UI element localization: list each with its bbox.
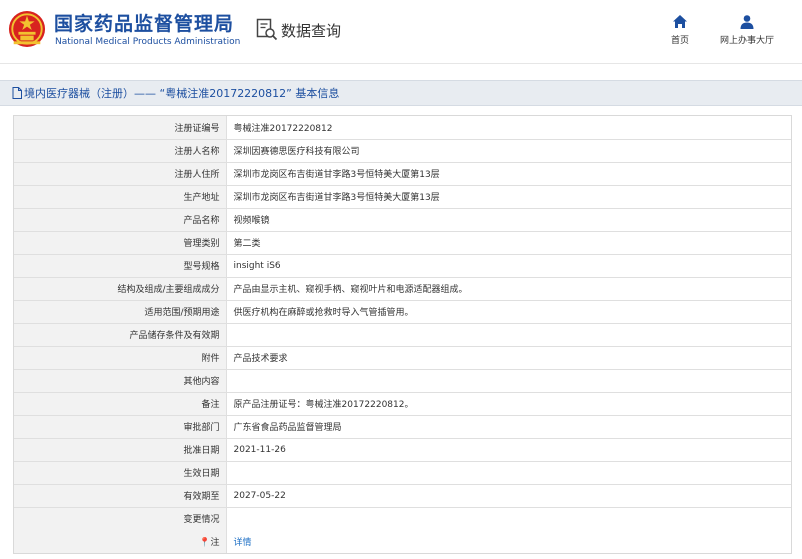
field-label: 生产地址 bbox=[14, 185, 227, 209]
data-query-link[interactable]: 数据查询 bbox=[256, 18, 341, 42]
field-value: 2021-11-26 bbox=[226, 438, 791, 462]
field-label: 结构及组成/主要组成成分 bbox=[14, 277, 227, 301]
field-value bbox=[226, 323, 791, 347]
field-label: 附件 bbox=[14, 346, 227, 370]
table-row: 注册证编号 粤械注准20172220812 bbox=[14, 116, 791, 140]
table-row: 注册人名称 深圳因赛德思医疗科技有限公司 bbox=[14, 139, 791, 163]
nav-online-hall-label: 网上办事大厅 bbox=[719, 36, 774, 46]
pin-icon: 📍 bbox=[199, 538, 211, 548]
field-value: 广东省食品药品监督管理局 bbox=[226, 415, 791, 439]
field-label: 型号规格 bbox=[14, 254, 227, 278]
field-value: 深圳市龙岗区布吉街道甘李路3号恒特美大厦第13层 bbox=[226, 185, 791, 209]
field-label: 批准日期 bbox=[14, 438, 227, 462]
data-query-label: 数据查询 bbox=[281, 21, 342, 40]
document-search-icon bbox=[256, 18, 278, 41]
note-row: 📍注 详情 bbox=[14, 530, 791, 553]
field-label: 其他内容 bbox=[14, 369, 227, 393]
field-value: insight iS6 bbox=[226, 254, 791, 278]
field-value: 第二类 bbox=[226, 231, 791, 255]
table-row: 备注 原产品注册证号：粤械注准20172220812。 bbox=[14, 392, 791, 416]
field-value: 供医疗机构在麻醉或抢救时导入气管插管用。 bbox=[226, 300, 791, 324]
field-value: 深圳市龙岗区布吉街道甘李路3号恒特美大厦第13层 bbox=[226, 162, 791, 186]
user-icon bbox=[740, 15, 754, 29]
note-value-cell: 详情 bbox=[226, 530, 791, 553]
field-value: 产品由显示主机、窥视手柄、窥视叶片和电源适配器组成。 bbox=[226, 277, 791, 301]
nav-home-button[interactable]: 首页 bbox=[645, 14, 715, 46]
field-label: 管理类别 bbox=[14, 231, 227, 255]
table-row: 审批部门 广东省食品药品监督管理局 bbox=[14, 415, 791, 439]
field-value: 产品技术要求 bbox=[226, 346, 791, 370]
page-titlebar: 境内医疗器械（注册）—— “粤械注准20172220812” 基本信息 bbox=[0, 80, 802, 106]
field-label: 注册证编号 bbox=[14, 116, 227, 140]
table-row: 注册人住所 深圳市龙岗区布吉街道甘李路3号恒特美大厦第13层 bbox=[14, 162, 791, 186]
field-value: 视频喉镜 bbox=[226, 208, 791, 232]
table-row: 型号规格 insight iS6 bbox=[14, 254, 791, 278]
brand-subtitle: National Medical Products Administration bbox=[55, 37, 241, 47]
site-header: 国家药品监督管理局 National Medical Products Admi… bbox=[0, 0, 802, 64]
table-row: 有效期至 2027-05-22 bbox=[14, 484, 791, 508]
table-row: 批准日期 2021-11-26 bbox=[14, 438, 791, 462]
field-value bbox=[226, 507, 791, 530]
registration-info-table: 注册证编号 粤械注准20172220812 注册人名称 深圳因赛德思医疗科技有限公司注… bbox=[13, 115, 792, 554]
field-label: 产品名称 bbox=[14, 208, 227, 232]
table-row: 变更情况 bbox=[14, 507, 791, 530]
table-row: 生效日期 bbox=[14, 461, 791, 485]
field-label: 变更情况 bbox=[14, 507, 227, 530]
field-label: 生效日期 bbox=[14, 461, 227, 485]
field-label: 适用范围/预期用途 bbox=[14, 300, 227, 324]
field-label: 审批部门 bbox=[14, 415, 227, 439]
field-value: 粤械注准20172220812 bbox=[226, 116, 791, 140]
home-icon bbox=[673, 15, 687, 28]
table-row: 适用范围/预期用途 供医疗机构在麻醉或抢救时导入气管插管用。 bbox=[14, 300, 791, 324]
page-title: 境内医疗器械（注册）—— “粤械注准20172220812” 基本信息 bbox=[24, 87, 340, 100]
field-label: 注册人名称 bbox=[14, 139, 227, 163]
field-label: 有效期至 bbox=[14, 484, 227, 508]
brand-title: 国家药品监督管理局 bbox=[54, 13, 235, 35]
details-link[interactable]: 详情 bbox=[234, 538, 252, 548]
note-label: 注 bbox=[210, 538, 220, 548]
table-row: 生产地址 深圳市龙岗区布吉街道甘李路3号恒特美大厦第13层 bbox=[14, 185, 791, 209]
table-row: 其他内容 bbox=[14, 369, 791, 393]
field-label: 产品储存条件及有效期 bbox=[14, 323, 227, 347]
field-value bbox=[226, 461, 791, 485]
national-emblem-icon bbox=[8, 10, 46, 48]
field-value: 原产品注册证号：粤械注准20172220812。 bbox=[226, 392, 791, 416]
table-row: 产品储存条件及有效期 bbox=[14, 323, 791, 347]
field-label: 备注 bbox=[14, 392, 227, 416]
field-value: 2027-05-22 bbox=[226, 484, 791, 508]
field-value bbox=[226, 369, 791, 393]
document-icon bbox=[12, 87, 22, 99]
nav-online-hall-button[interactable]: 网上办事大厅 bbox=[712, 14, 782, 46]
field-label: 注册人住所 bbox=[14, 162, 227, 186]
field-value: 深圳因赛德思医疗科技有限公司 bbox=[226, 139, 791, 163]
nav-home-label: 首页 bbox=[670, 36, 689, 46]
table-row: 结构及组成/主要组成成分 产品由显示主机、窥视手柄、窥视叶片和电源适配器组成。 bbox=[14, 277, 791, 301]
table-row: 附件 产品技术要求 bbox=[14, 346, 791, 370]
table-row: 管理类别 第二类 bbox=[14, 231, 791, 255]
note-label-cell: 📍注 bbox=[14, 530, 227, 553]
table-row: 产品名称 视频喉镜 bbox=[14, 208, 791, 232]
